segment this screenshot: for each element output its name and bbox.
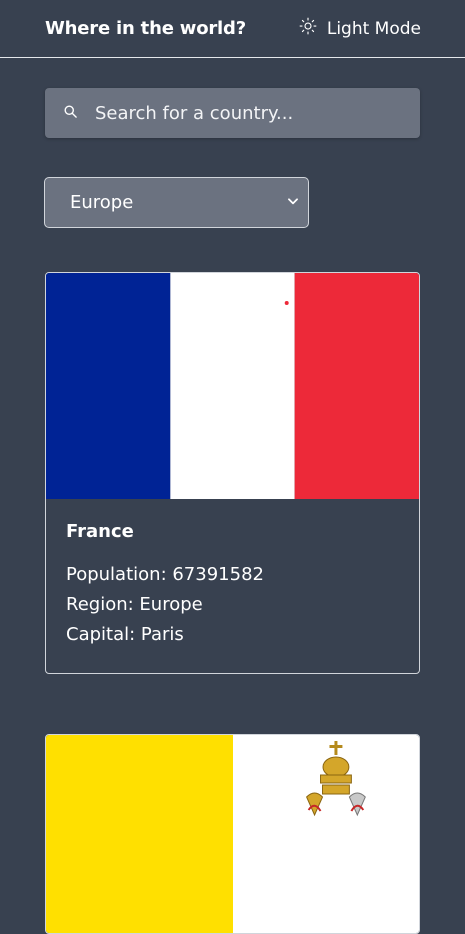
search-input[interactable] xyxy=(95,102,395,124)
chevron-down-icon xyxy=(286,192,300,213)
country-flag xyxy=(46,735,419,933)
app-title: Where in the world? xyxy=(45,18,246,39)
app-header: Where in the world? Light Mode xyxy=(0,0,465,58)
country-capital: Capital: Paris xyxy=(66,624,184,645)
search-bar[interactable] xyxy=(45,88,420,138)
theme-toggle-button[interactable]: Light Mode xyxy=(299,17,421,40)
country-population: Population: 67391582 xyxy=(66,564,264,585)
country-card[interactable]: France Population: 67391582 Region: Euro… xyxy=(45,272,420,674)
theme-toggle-label: Light Mode xyxy=(326,18,421,39)
country-region: Region: Europe xyxy=(66,594,203,615)
country-name: France xyxy=(66,521,134,542)
search-icon xyxy=(63,104,78,123)
sun-icon xyxy=(299,17,317,40)
region-filter-value: Europe xyxy=(70,192,134,213)
country-card[interactable] xyxy=(45,734,420,934)
country-card-body: France Population: 67391582 Region: Euro… xyxy=(46,499,419,670)
country-flag xyxy=(46,273,419,499)
region-filter-select[interactable]: Europe xyxy=(44,177,309,228)
